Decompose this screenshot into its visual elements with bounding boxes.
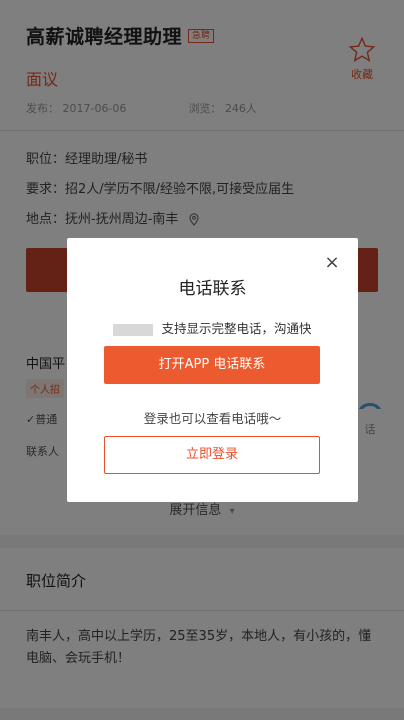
modal-title: 电话联系 [178,279,247,299]
close-icon[interactable]: × [321,252,343,274]
login-button[interactable]: 立即登录 [104,436,320,474]
job-detail-page: 高薪诚聘经理助理 急聘 收藏 面议 发布： 2017-06-06 浏览： 246… [0,0,404,720]
phone-contact-modal: × 电话联系 支持显示完整电话，沟通快 打开APP 电话联系 登录也可以查看电话… [67,238,358,502]
app-logo-icon [113,323,154,336]
hint-row: 支持显示完整电话，沟通快 [67,318,358,337]
login-hint: 登录也可以查看电话哦～ [143,411,282,426]
hint-text: 支持显示完整电话，沟通快 [161,321,312,336]
open-app-call-button[interactable]: 打开APP 电话联系 [104,346,320,384]
